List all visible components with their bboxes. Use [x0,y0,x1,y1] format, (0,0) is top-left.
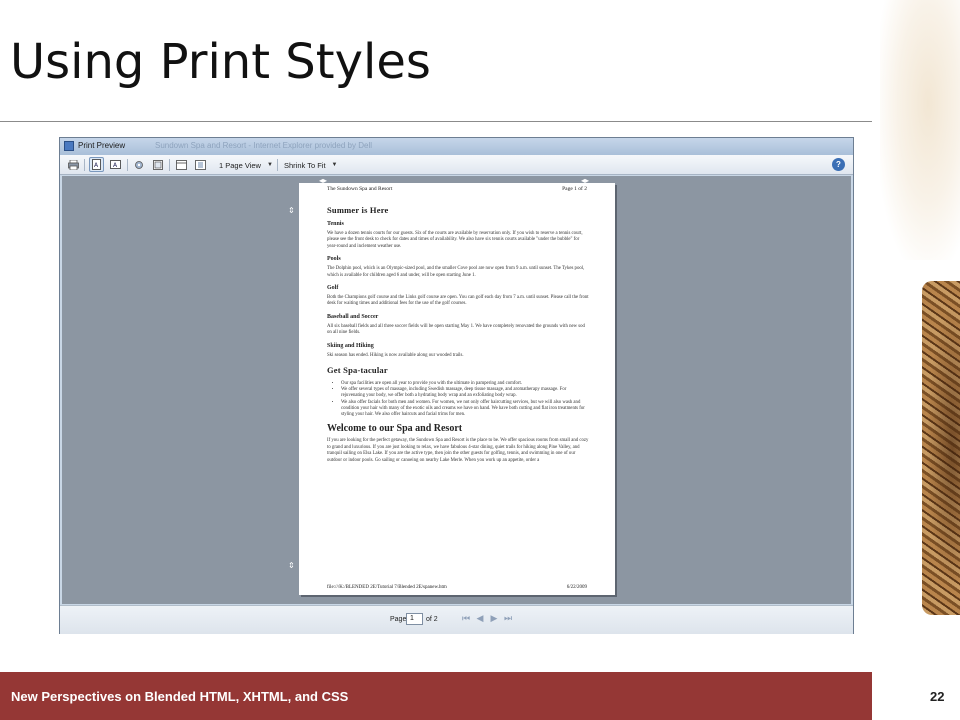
print-icon[interactable] [66,157,81,172]
spa-list: Our spa facilities are open all year to … [327,381,589,418]
print-preview-toolbar: A A 1 Page View ▼ Shrink To Fit ▼ ? [60,155,853,175]
window-titlebar[interactable]: Print Preview Sundown Spa and Resort - I… [60,138,853,155]
next-page-icon[interactable]: ▶ [488,613,500,625]
top-margin-handle-icon[interactable]: ⇕ [288,206,295,215]
chevron-down-icon: ▼ [266,162,273,168]
page-footer-right: 6/22/2009 [566,585,587,590]
heading-pools: Pools [327,256,341,263]
paragraph-welcome: If you are looking for the perfect getaw… [327,438,589,463]
paragraph-pools: The Dolphin pool, which is an Olympic-si… [327,266,585,278]
window-title-ghost: Sundown Spa and Resort - Internet Explor… [155,141,373,150]
last-page-icon[interactable]: ⏭ [502,613,514,625]
heading-tennis: Tennis [327,221,344,227]
paragraph-tennis: We have a dozen tennis courts for our gu… [327,231,583,249]
heading-golf: Golf [327,285,339,292]
previous-page-icon[interactable]: ◀ [474,613,486,625]
printed-page: The Sundown Spa and Resort Page 1 of 2 S… [299,183,615,595]
heading-skiing: Skiing and Hiking [327,342,374,349]
page-body: Summer is Here Tennis We have a dozen te… [327,205,589,470]
page-view-label: 1 Page View [219,160,261,170]
paragraph-skiing: Ski season has ended. Hiking is now avai… [327,352,464,358]
toolbar-separator [84,159,85,171]
slide-title: Using Print Styles [10,34,431,90]
toolbar-separator [277,159,278,171]
chevron-down-icon: ▼ [331,162,338,168]
page-count-label: of 2 [426,616,438,623]
paragraph-baseball: All six baseball fields and all three so… [327,323,585,336]
headers-footers-icon[interactable] [150,157,165,172]
page-navigation-bar: Page 1 of 2 ⏮ ◀ ▶ ⏭ [60,605,853,634]
bottom-margin-handle-icon[interactable]: ⇕ [288,561,295,570]
toolbar-separator [127,159,128,171]
list-item: We offer several types of massage, inclu… [341,387,589,399]
footer-text: New Perspectives on Blended HTML, XHTML,… [11,689,349,704]
help-icon[interactable]: ? [832,158,845,171]
slide-page-number: 22 [930,689,945,704]
background-decoration [880,0,960,260]
shrink-to-fit-select[interactable]: Shrink To Fit ▼ [281,158,341,172]
full-width-icon[interactable] [174,157,189,172]
page-number-input[interactable]: 1 [406,613,423,625]
page-header-left: The Sundown Spa and Resort [327,186,393,192]
first-page-icon[interactable]: ⏮ [460,613,472,625]
paragraph-golf: Both the Champions golf course and the L… [327,295,589,307]
page-label: Page [390,616,407,623]
print-preview-window: Print Preview Sundown Spa and Resort - I… [59,137,854,634]
print-preview-app-icon [64,141,74,151]
page-footer-left: file:///K:/BLENDED 2E/Tutorial 7/Blended… [327,585,447,590]
wood-carving-image [922,281,960,615]
title-divider [0,121,872,122]
page-header-right: Page 1 of 2 [562,186,587,192]
shrink-to-fit-label: Shrink To Fit [284,160,326,170]
heading-baseball: Baseball and Soccer [327,313,379,320]
toolbar-separator [169,159,170,171]
heading-welcome: Welcome to our Spa and Resort [327,423,463,435]
full-page-icon[interactable] [193,157,208,172]
landscape-orientation-icon[interactable]: A [108,157,123,172]
preview-area: ◂▸ ◂▸ ⇕ ⇕ The Sundown Spa and Resort Pag… [62,176,851,604]
heading-spa: Get Spa-tacular [327,365,388,376]
page-view-select[interactable]: 1 Page View ▼ [216,158,274,172]
list-item: We also offer facials for both men and w… [341,400,589,419]
window-title: Print Preview [78,141,126,150]
portrait-orientation-icon[interactable]: A [89,157,104,172]
page-setup-gear-icon[interactable] [131,157,146,172]
heading-summer: Summer is Here [327,205,389,215]
